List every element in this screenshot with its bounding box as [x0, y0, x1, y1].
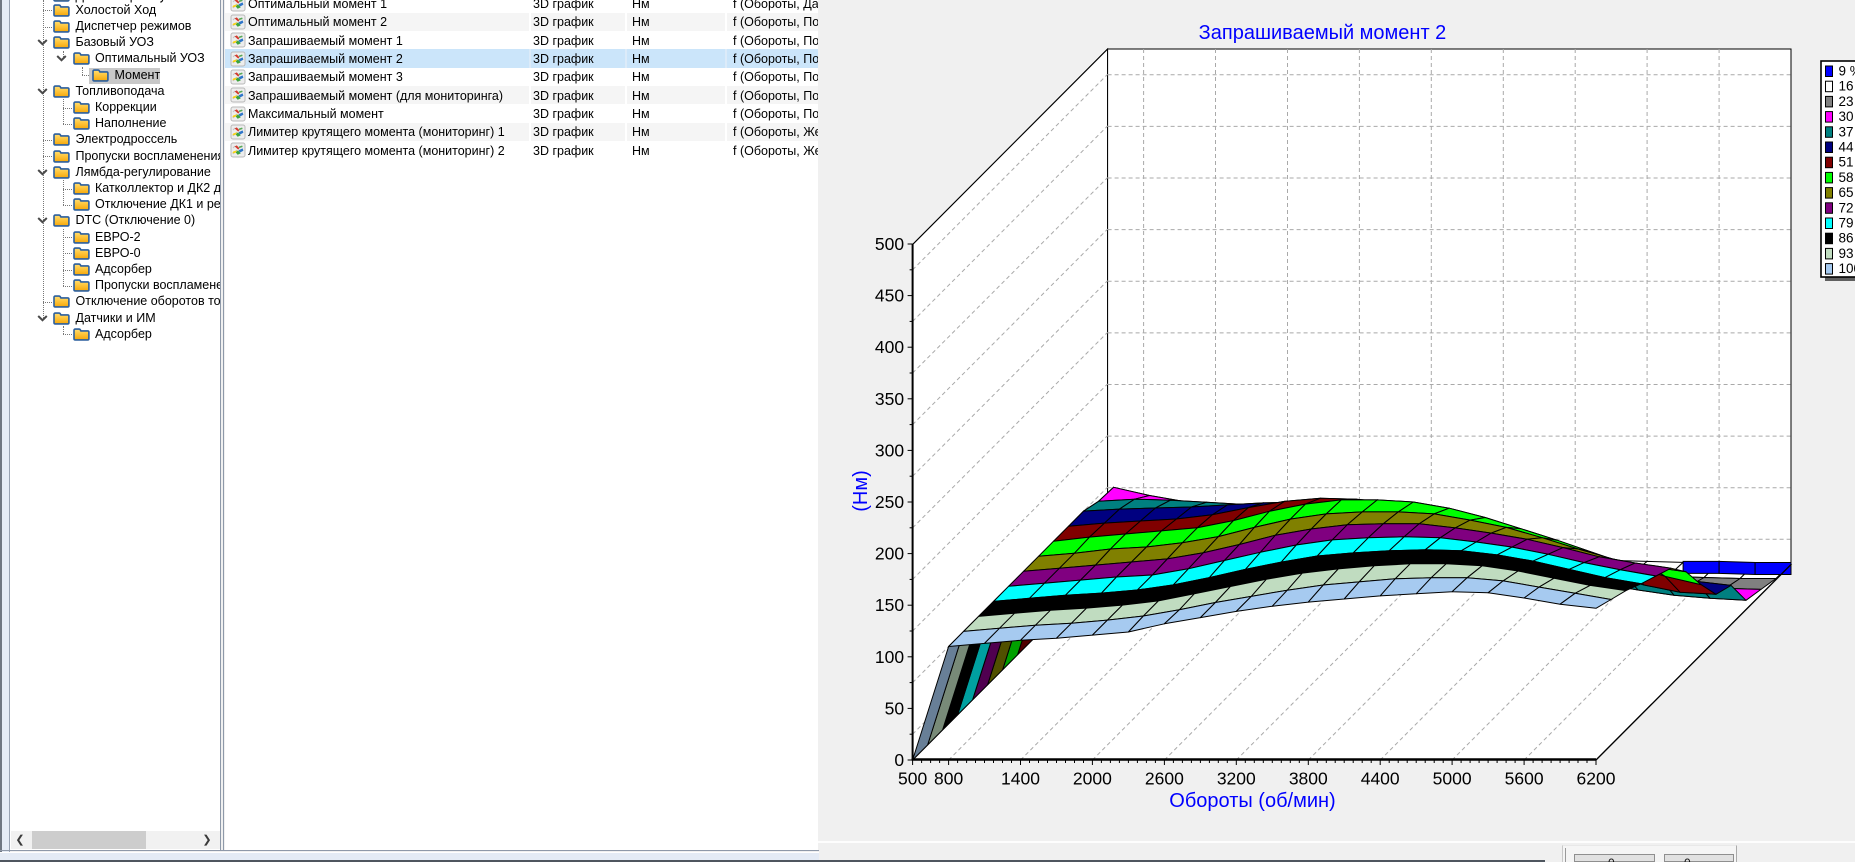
svg-text:450: 450 — [875, 286, 904, 306]
svg-text:2600: 2600 — [1145, 769, 1184, 789]
svg-text:44 %: 44 % — [1839, 140, 1855, 155]
svg-text:350: 350 — [875, 389, 904, 409]
svg-text:3800: 3800 — [1289, 769, 1328, 789]
svg-text:100: 100 — [875, 647, 904, 667]
svg-text:51 %: 51 % — [1839, 155, 1855, 170]
svg-text:800: 800 — [934, 769, 963, 789]
svg-text:250: 250 — [875, 492, 904, 512]
svg-text:(Нм): (Нм) — [850, 470, 872, 512]
svg-text:300: 300 — [875, 440, 904, 460]
svg-text:0: 0 — [894, 750, 904, 770]
svg-text:5600: 5600 — [1505, 769, 1544, 789]
svg-text:Обороты (об/мин): Обороты (об/мин) — [1169, 790, 1335, 812]
svg-text:50: 50 — [885, 698, 905, 718]
svg-text:37 %: 37 % — [1839, 124, 1855, 139]
svg-text:500: 500 — [875, 234, 904, 254]
svg-text:58 %: 58 % — [1839, 170, 1855, 185]
svg-text:1400: 1400 — [1001, 769, 1040, 789]
svg-text:3200: 3200 — [1217, 769, 1256, 789]
svg-text:150: 150 — [875, 595, 904, 615]
svg-text:500: 500 — [898, 769, 927, 789]
svg-text:6200: 6200 — [1577, 769, 1616, 789]
svg-text:9 %: 9 % — [1839, 64, 1855, 79]
svg-text:5000: 5000 — [1433, 769, 1472, 789]
svg-text:200: 200 — [875, 544, 904, 564]
svg-text:2000: 2000 — [1073, 769, 1112, 789]
svg-text:400: 400 — [875, 337, 904, 357]
svg-text:23 %: 23 % — [1839, 94, 1855, 109]
svg-text:Запрашиваемый момент 2: Запрашиваемый момент 2 — [1199, 22, 1447, 44]
svg-text:79 %: 79 % — [1839, 216, 1855, 231]
svg-text:72 %: 72 % — [1839, 200, 1855, 215]
svg-text:4400: 4400 — [1361, 769, 1400, 789]
svg-text:100 %: 100 % — [1839, 261, 1855, 276]
svg-text:65 %: 65 % — [1839, 185, 1855, 200]
svg-text:86 %: 86 % — [1839, 231, 1855, 246]
svg-text:16 %: 16 % — [1839, 79, 1855, 94]
svg-text:30 %: 30 % — [1839, 109, 1855, 124]
svg-text:93 %: 93 % — [1839, 246, 1855, 261]
